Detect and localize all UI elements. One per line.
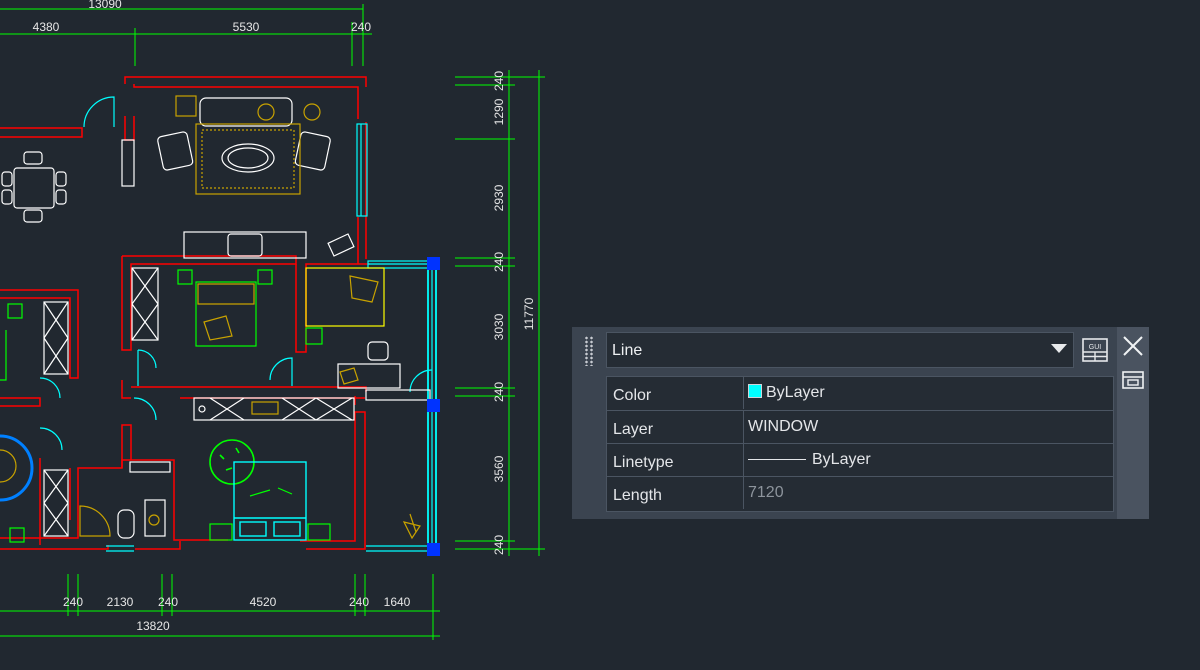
property-value[interactable]: ByLayer bbox=[748, 377, 825, 409]
dim-bottom-1: 240 bbox=[63, 595, 83, 609]
quick-select-icon[interactable]: GUI bbox=[1080, 335, 1110, 365]
dim-bottom-3: 240 bbox=[158, 595, 178, 609]
dim-overall-top: 13090 bbox=[88, 0, 122, 11]
dim-top-1: 4380 bbox=[33, 20, 60, 34]
dim-right-8: 240 bbox=[492, 535, 506, 555]
svg-text:GUI: GUI bbox=[1089, 344, 1102, 351]
dim-right-4: 240 bbox=[492, 252, 506, 272]
color-value: ByLayer bbox=[766, 384, 825, 401]
chevron-down-icon[interactable] bbox=[1051, 344, 1067, 353]
dim-right-6: 240 bbox=[492, 382, 506, 402]
property-row-length: Length 7120 bbox=[607, 476, 1113, 509]
property-row-color[interactable]: Color ByLayer bbox=[607, 377, 1113, 410]
selection-value: Line bbox=[612, 342, 643, 359]
dim-bottom-6: 1640 bbox=[384, 595, 411, 609]
properties-grid: Color ByLayer Layer WINDOW Linetype ByLa… bbox=[606, 376, 1114, 512]
dim-right-1: 240 bbox=[492, 71, 506, 91]
property-row-linetype[interactable]: Linetype ByLayer bbox=[607, 443, 1113, 476]
grip-bottom[interactable] bbox=[427, 543, 440, 556]
dim-right-3: 2930 bbox=[492, 184, 506, 211]
close-icon[interactable] bbox=[1121, 334, 1145, 358]
dim-right-2: 1290 bbox=[492, 98, 506, 125]
dimension-texts: 13090 4380 5530 240 240 1290 2930 240 30… bbox=[33, 0, 536, 633]
grip-dots-icon bbox=[584, 336, 594, 366]
selection-grips[interactable] bbox=[427, 257, 440, 556]
dim-bottom-5: 240 bbox=[349, 595, 369, 609]
dim-bottom-total: 13820 bbox=[136, 619, 170, 633]
walls bbox=[0, 76, 370, 550]
dim-right-total: 11770 bbox=[522, 297, 536, 330]
palette-drag-handle[interactable] bbox=[572, 327, 605, 519]
linetype-preview-icon bbox=[748, 459, 806, 461]
auto-hide-icon[interactable] bbox=[1121, 370, 1145, 390]
dim-bottom-4: 4520 bbox=[250, 595, 277, 609]
color-swatch-icon bbox=[748, 384, 762, 398]
selection-dropdown[interactable]: Line bbox=[606, 332, 1074, 368]
property-value: 7120 bbox=[748, 484, 784, 501]
property-row-layer[interactable]: Layer WINDOW bbox=[607, 410, 1113, 443]
property-name: Layer bbox=[607, 411, 744, 443]
property-value[interactable]: WINDOW bbox=[748, 411, 818, 443]
dimension-lines bbox=[0, 4, 545, 640]
dim-top-2: 5530 bbox=[233, 20, 260, 34]
dim-right-7: 3560 bbox=[492, 455, 506, 482]
property-name: Linetype bbox=[607, 444, 744, 476]
property-name: Length bbox=[607, 477, 744, 509]
grip-top[interactable] bbox=[427, 257, 440, 270]
grip-middle[interactable] bbox=[427, 399, 440, 412]
linetype-value: ByLayer bbox=[812, 451, 871, 468]
property-name: Color bbox=[607, 377, 744, 409]
dim-right-5: 3030 bbox=[492, 313, 506, 340]
property-value[interactable]: ByLayer bbox=[748, 444, 871, 476]
dim-top-3: 240 bbox=[351, 20, 371, 34]
dim-bottom-2: 2130 bbox=[107, 595, 134, 609]
